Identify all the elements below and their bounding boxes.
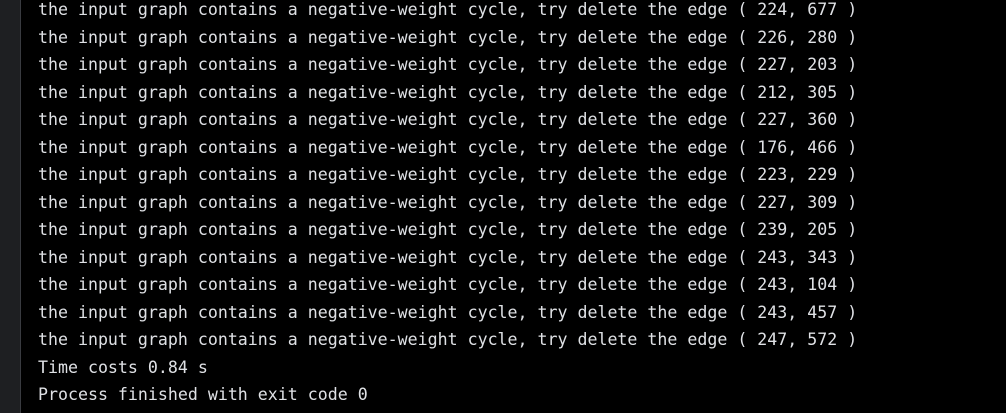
run-console-output[interactable]: the input graph contains a negative-weig… bbox=[21, 0, 1006, 413]
console-gutter bbox=[0, 0, 20, 413]
console-line: the input graph contains a negative-weig… bbox=[38, 110, 858, 129]
console-line: the input graph contains a negative-weig… bbox=[38, 275, 858, 294]
console-line: the input graph contains a negative-weig… bbox=[38, 220, 858, 239]
console-lines: the input graph contains a negative-weig… bbox=[38, 0, 857, 409]
exit-code-line: Process finished with exit code 0 bbox=[38, 385, 368, 404]
console-line: the input graph contains a negative-weig… bbox=[38, 165, 858, 184]
console-line: the input graph contains a negative-weig… bbox=[38, 137, 858, 157]
console-line: the input graph contains a negative-weig… bbox=[38, 302, 858, 322]
console-line: the input graph contains a negative-weig… bbox=[38, 82, 858, 102]
console-line: the input graph contains a negative-weig… bbox=[38, 27, 858, 47]
console-line: the input graph contains a negative-weig… bbox=[38, 247, 858, 267]
console-line: the input graph contains a negative-weig… bbox=[38, 0, 858, 19]
console-line: the input graph contains a negative-weig… bbox=[38, 55, 858, 74]
console-line: the input graph contains a negative-weig… bbox=[38, 330, 858, 349]
time-costs-line: Time costs 0.84 s bbox=[38, 357, 208, 377]
console-line: the input graph contains a negative-weig… bbox=[38, 192, 858, 212]
